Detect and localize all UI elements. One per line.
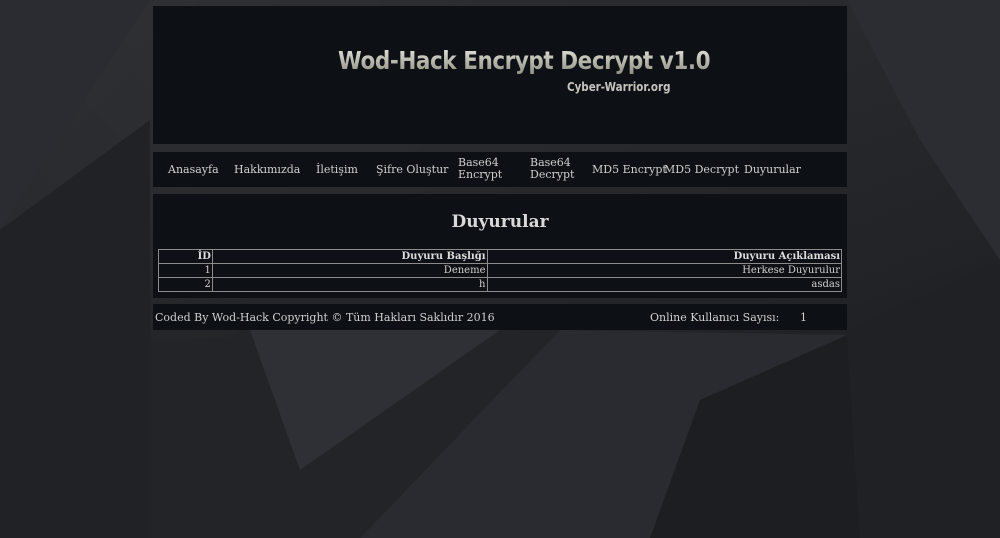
nav-item-hakkimizda[interactable]: Hakkımızda [234,164,300,176]
announcements-panel: Duyurular İD Duyuru Başlığı Duyuru Açıkl… [153,194,847,298]
page-container: Wod-Hack Encrypt Decrypt v1.0 Cyber-Warr… [153,6,847,330]
cell-description: asdas [486,277,842,292]
nav-item-anasayfa[interactable]: Anasayfa [168,164,219,176]
announcements-table: İD Duyuru Başlığı Duyuru Açıklaması 1 De… [158,249,842,292]
cell-title: h [211,277,488,292]
cell-description: Herkese Duyurulur [486,263,842,278]
column-header-description: Duyuru Açıklaması [486,249,842,264]
nav-item-md5-encrypt[interactable]: MD5 Encrypt [592,164,667,176]
main-nav: Anasayfa Hakkımızda İletişim Şifre Oluşt… [153,152,847,187]
table-row: 2 h asdas [158,277,842,292]
cell-id: 2 [158,277,213,292]
nav-item-base64-decrypt-line2: Decrypt [530,168,575,181]
online-users-label: Online Kullanıcı Sayısı: [650,311,780,324]
nav-item-base64-decrypt[interactable]: Base64 Decrypt [530,157,575,181]
site-header: Wod-Hack Encrypt Decrypt v1.0 Cyber-Warr… [153,6,847,144]
table-row: 1 Deneme Herkese Duyurulur [158,263,842,278]
cell-id: 1 [158,263,213,278]
nav-item-duyurular[interactable]: Duyurular [744,164,801,176]
cell-title: Deneme [211,263,488,278]
online-users-count: 1 [800,311,807,324]
site-subtitle: Cyber-Warrior.org [567,80,671,94]
nav-item-sifre-olustur[interactable]: Şifre Oluştur [376,164,448,176]
column-header-id: İD [158,249,213,264]
copyright-text: Coded By Wod-Hack Copyright © Tüm Haklar… [155,311,495,324]
nav-item-md5-decrypt[interactable]: MD5 Decrypt [664,164,739,176]
nav-item-base64-encrypt[interactable]: Base64 Encrypt [458,157,503,181]
table-header-row: İD Duyuru Başlığı Duyuru Açıklaması [158,249,842,264]
nav-item-base64-encrypt-line2: Encrypt [458,168,503,181]
page-title: Duyurular [451,212,549,232]
site-footer: Coded By Wod-Hack Copyright © Tüm Haklar… [153,304,847,330]
column-header-title: Duyuru Başlığı [211,249,488,264]
nav-item-iletisim[interactable]: İletişim [316,164,358,176]
site-title: Wod-Hack Encrypt Decrypt v1.0 [338,46,711,75]
